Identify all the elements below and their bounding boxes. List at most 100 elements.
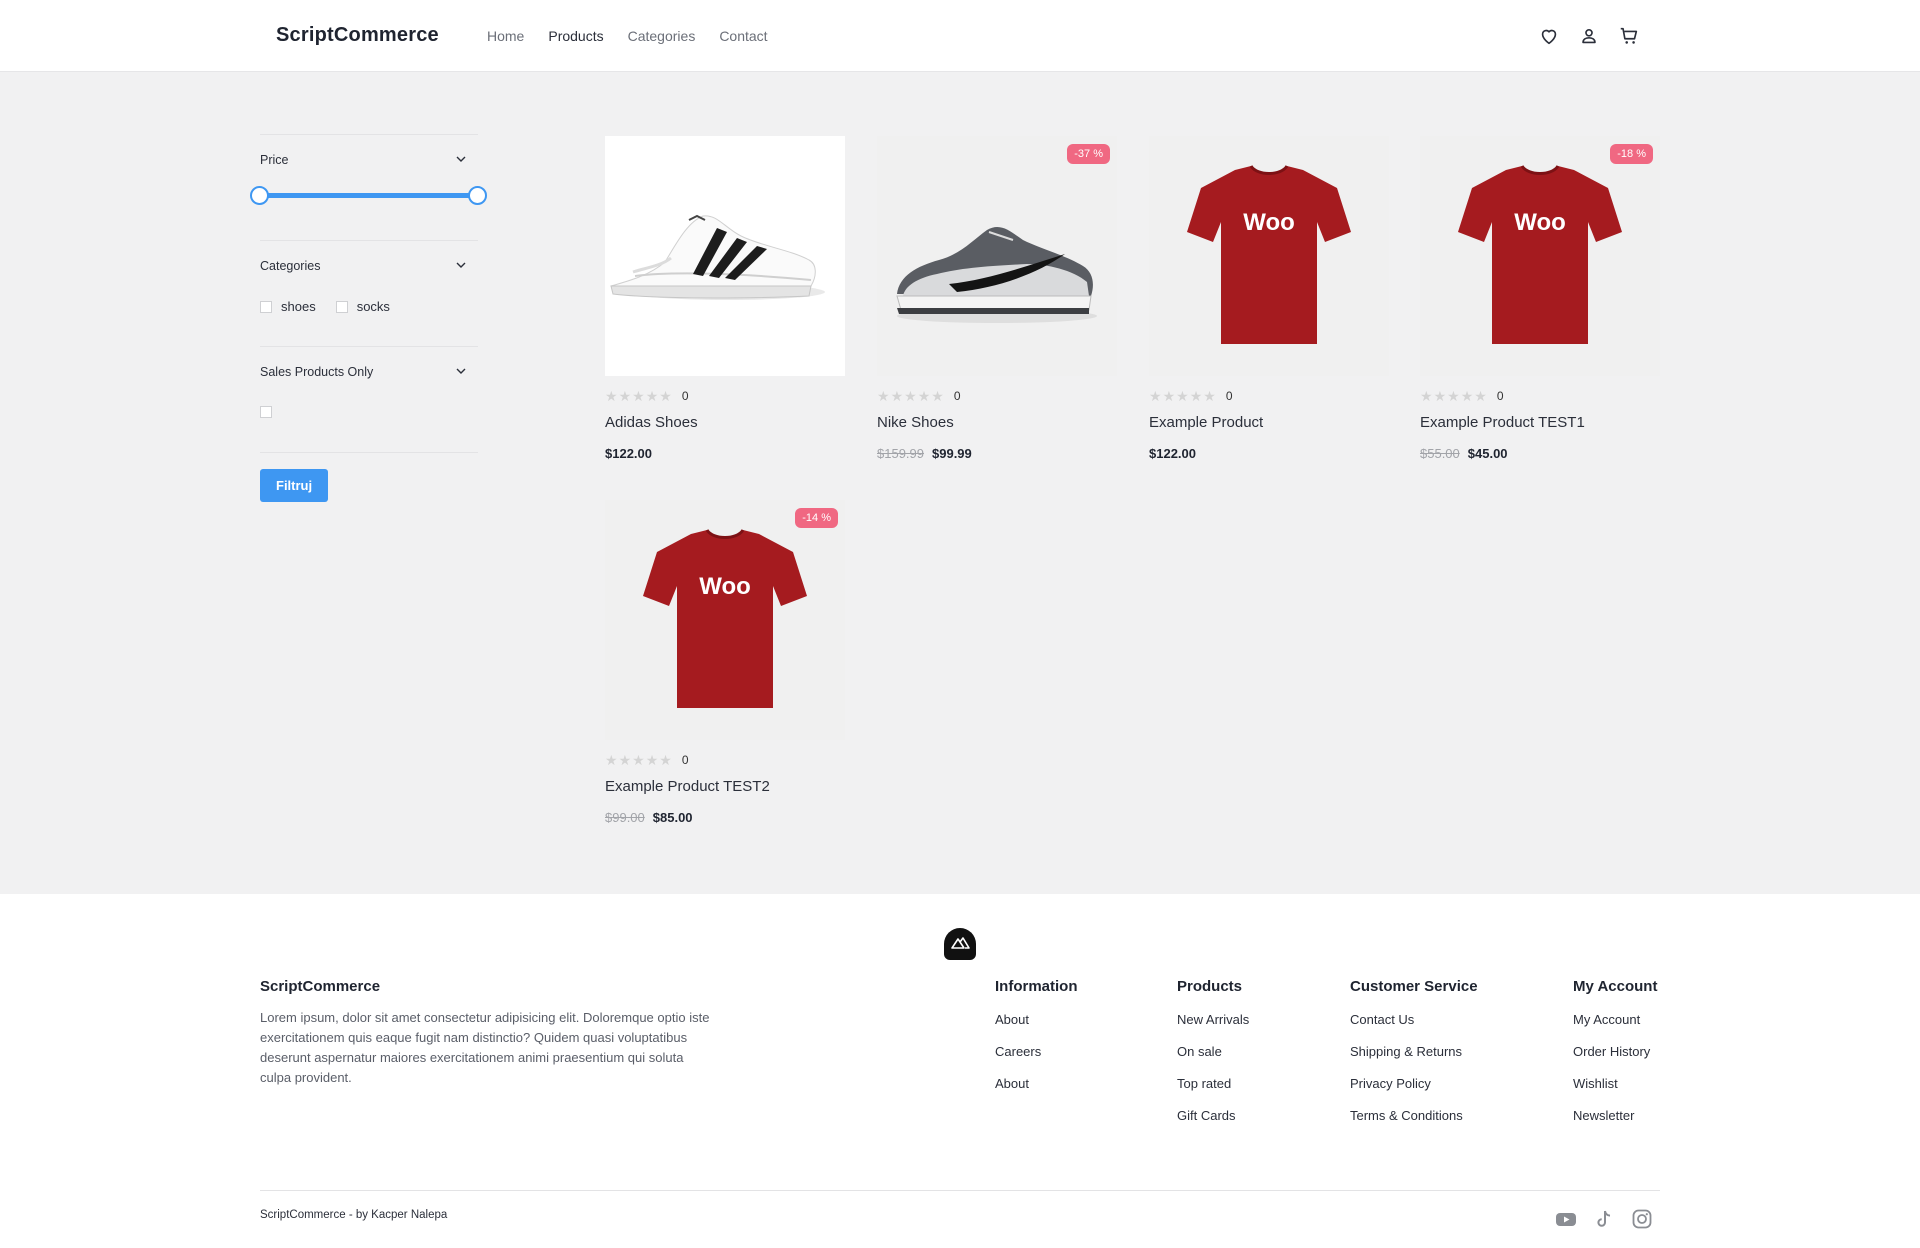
product-price: $159.99 $99.99 — [877, 446, 1117, 461]
sales-only-checkbox[interactable] — [260, 406, 272, 418]
nav-contact[interactable]: Contact — [719, 28, 767, 44]
price-filter-title[interactable]: Price — [260, 153, 478, 167]
star-icon: ★ — [890, 388, 904, 404]
product-image[interactable]: Woo -18 % — [1420, 136, 1660, 376]
product-card[interactable]: -37 % ★ ★ ★ ★ ★ 0 Nike Shoes $159.99 $99.99 — [877, 136, 1117, 461]
footer-column-title: My Account — [1573, 978, 1658, 995]
original-price: $99.00 — [605, 810, 645, 825]
sales-filter-title[interactable]: Sales Products Only — [260, 365, 478, 379]
product-price: $122.00 — [605, 446, 845, 461]
category-label: shoes — [281, 299, 316, 314]
footer-link[interactable]: Order History — [1573, 1043, 1657, 1060]
product-image[interactable]: Woo — [1149, 136, 1389, 376]
product-name[interactable]: Adidas Shoes — [605, 414, 845, 431]
product-name[interactable]: Nike Shoes — [877, 414, 1117, 431]
star-icon: ★ — [618, 388, 632, 404]
footer-link[interactable]: Contact Us — [1350, 1011, 1478, 1028]
nav-home[interactable]: Home — [487, 28, 524, 44]
rating-count: 0 — [681, 389, 689, 403]
rating-count: 0 — [681, 753, 689, 767]
user-icon[interactable] — [1578, 25, 1600, 47]
checkbox[interactable] — [260, 300, 272, 313]
footer-link[interactable]: About — [995, 1011, 1078, 1028]
product-image[interactable]: Woo -14 % — [605, 500, 845, 740]
star-icon: ★ — [1149, 388, 1162, 404]
current-price: $85.00 — [652, 810, 693, 825]
product-rating: ★ ★ ★ ★ ★ 0 — [877, 388, 1117, 404]
product-card[interactable]: Woo ★ ★ ★ ★ ★ 0 Example Product $122.00 — [1149, 136, 1389, 461]
footer-link[interactable]: Privacy Policy — [1350, 1075, 1478, 1092]
site-logo[interactable]: ScriptCommerce — [276, 24, 439, 47]
chevron-down-icon[interactable] — [454, 258, 468, 272]
footer-link[interactable]: Top rated — [1177, 1075, 1249, 1092]
footer-link[interactable]: Newsletter — [1573, 1107, 1657, 1124]
footer-link[interactable]: Careers — [995, 1043, 1078, 1060]
star-icon: ★ — [877, 388, 890, 404]
footer-column-title: Products — [1177, 978, 1243, 995]
star-icon: ★ — [1203, 388, 1216, 404]
price-range-slider[interactable] — [250, 167, 487, 211]
product-rating: ★ ★ ★ ★ ★ 0 — [605, 752, 845, 768]
product-card[interactable]: Woo -14 % ★ ★ ★ ★ ★ 0 Example Product TEST2 … — [605, 500, 845, 825]
footer-link[interactable]: Shipping & Returns — [1350, 1043, 1478, 1060]
footer-link[interactable]: New Arrivals — [1177, 1011, 1249, 1028]
chevron-down-icon[interactable] — [454, 364, 468, 378]
product-image[interactable] — [605, 136, 845, 376]
categories-filter: Categories shoes socks — [260, 240, 478, 346]
star-icon: ★ — [618, 752, 632, 768]
footer-link[interactable]: Terms & Conditions — [1350, 1107, 1478, 1124]
categories-filter-title[interactable]: Categories — [260, 259, 478, 273]
star-icon: ★ — [1447, 388, 1460, 404]
filter-button[interactable]: Filtruj — [260, 469, 329, 502]
nav-categories[interactable]: Categories — [628, 28, 696, 44]
discount-badge: -18 % — [1610, 144, 1653, 164]
current-price: $99.99 — [932, 446, 972, 461]
heart-icon[interactable] — [1538, 25, 1560, 47]
star-icon: ★ — [645, 388, 659, 404]
product-name[interactable]: Example Product — [1149, 414, 1389, 431]
product-rating: ★ ★ ★ ★ ★ 0 — [1149, 388, 1389, 404]
checkbox[interactable] — [335, 300, 348, 313]
star-icon: ★ — [659, 752, 672, 768]
instagram-icon[interactable] — [1631, 1208, 1653, 1230]
footer-column-customer-service: Customer Service Contact Us Shipping & R… — [1350, 978, 1478, 1139]
category-option-socks[interactable]: socks — [335, 299, 390, 314]
star-icon: ★ — [605, 388, 618, 404]
footer-column-title: Information — [995, 978, 1078, 995]
product-card[interactable]: Woo -18 % ★ ★ ★ ★ ★ 0 Example Product TEST1 … — [1420, 136, 1660, 461]
current-price: $122.00 — [1149, 446, 1196, 461]
filter-actions: Filtruj — [260, 452, 478, 502]
star-icon: ★ — [1162, 388, 1176, 404]
product-price: $99.00 $85.00 — [605, 810, 845, 825]
youtube-icon[interactable] — [1555, 1208, 1577, 1230]
original-price: $55.00 — [1420, 446, 1460, 461]
header-actions — [1538, 25, 1640, 47]
footer-link[interactable]: My Account — [1573, 1011, 1657, 1028]
nuxt-logo-icon[interactable] — [944, 928, 976, 960]
star-icon: ★ — [1420, 388, 1433, 404]
price-min-handle[interactable] — [250, 186, 269, 205]
product-image[interactable]: -37 % — [877, 136, 1117, 376]
nav-products[interactable]: Products — [548, 28, 603, 44]
svg-text:Woo: Woo — [1514, 209, 1566, 236]
footer-column-products: Products New Arrivals On sale Top rated … — [1177, 978, 1249, 1139]
price-range-track — [260, 193, 478, 198]
footer-column-my-account: My Account My Account Order History Wish… — [1573, 978, 1657, 1139]
footer-link[interactable]: Wishlist — [1573, 1075, 1657, 1092]
footer-link[interactable]: On sale — [1177, 1043, 1249, 1060]
footer-link[interactable]: About — [995, 1075, 1078, 1092]
star-icon: ★ — [1433, 388, 1447, 404]
chevron-down-icon[interactable] — [454, 152, 468, 166]
category-options: shoes socks — [260, 299, 478, 314]
tiktok-icon[interactable] — [1593, 1208, 1615, 1230]
price-max-handle[interactable] — [468, 186, 487, 205]
product-name[interactable]: Example Product TEST2 — [605, 778, 845, 795]
category-option-shoes[interactable]: shoes — [260, 299, 316, 314]
product-name[interactable]: Example Product TEST1 — [1420, 414, 1660, 431]
main-nav: Home Products Categories Contact — [487, 28, 768, 44]
product-card[interactable]: ★ ★ ★ ★ ★ 0 Adidas Shoes $122.00 — [605, 136, 845, 461]
footer-copyright: ScriptCommerce - by Kacper Nalepa — [260, 1209, 448, 1221]
footer-link[interactable]: Gift Cards — [1177, 1107, 1249, 1124]
star-icon: ★ — [632, 752, 645, 768]
cart-icon[interactable] — [1618, 25, 1640, 47]
